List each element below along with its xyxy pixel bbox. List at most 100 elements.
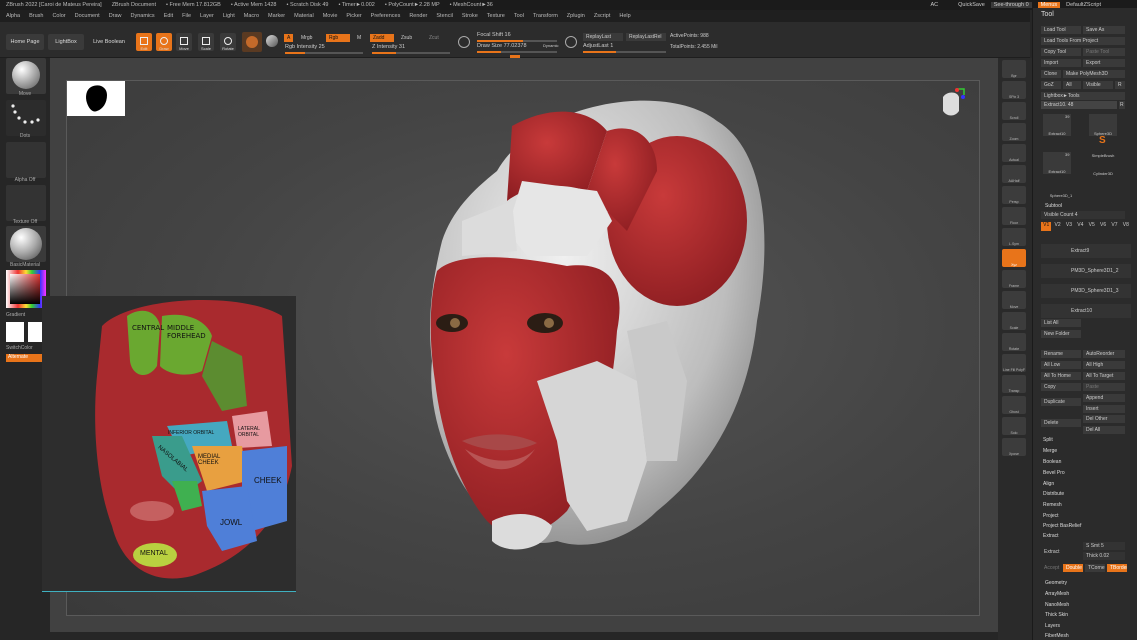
subtool-version-v2[interactable]: V2 xyxy=(1052,222,1062,231)
subtool-version-v7[interactable]: V7 xyxy=(1109,222,1119,231)
scale-button[interactable]: Scale xyxy=(198,33,214,51)
subtool-version-v6[interactable]: V6 xyxy=(1098,222,1108,231)
menu-transform[interactable]: Transform xyxy=(533,13,558,19)
replay-last-button[interactable]: ReplayLast xyxy=(583,33,623,41)
remesh-section[interactable]: Remesh xyxy=(1043,502,1062,508)
quicksave-button[interactable]: QuickSave xyxy=(958,2,985,8)
menu-stroke[interactable]: Stroke xyxy=(462,13,478,19)
shelf-move-button[interactable]: Move xyxy=(1002,291,1026,309)
shelf-actual-button[interactable]: Actual xyxy=(1002,144,1026,162)
draw-button[interactable]: Draw xyxy=(156,33,172,51)
new-folder-button[interactable]: New Folder xyxy=(1041,330,1081,338)
shelf-rotate-button[interactable]: Rotate xyxy=(1002,333,1026,351)
ac-button[interactable]: AC xyxy=(931,2,939,8)
shelf-line-fill-polyf-button[interactable]: Line Fill PolyF xyxy=(1002,354,1026,372)
shelf-persp-button[interactable]: Persp xyxy=(1002,186,1026,204)
subtool-row[interactable]: Extract10 xyxy=(1041,304,1131,318)
subtool-version-v8[interactable]: V8 xyxy=(1121,222,1131,231)
del-all-button[interactable]: Del All xyxy=(1083,426,1125,434)
replay-last-rel-button[interactable]: ReplayLastRel xyxy=(626,33,666,41)
zsub-toggle[interactable]: Zsub xyxy=(398,34,415,42)
current-tool-slider[interactable]: Extract10. 48 xyxy=(1041,101,1117,109)
shelf-xyz-button[interactable]: Xyz xyxy=(1002,249,1026,267)
tcorne-button[interactable]: TCorne xyxy=(1085,564,1105,572)
menu-zscript[interactable]: Zscript xyxy=(594,13,611,19)
lightbox-button[interactable]: LightBox xyxy=(48,34,84,50)
material-sphere-icon[interactable] xyxy=(266,35,278,47)
shelf-transp-button[interactable]: Transp xyxy=(1002,375,1026,393)
menu-texture[interactable]: Texture xyxy=(487,13,505,19)
shelf-scale-button[interactable]: Scale xyxy=(1002,312,1026,330)
thick-slider[interactable]: Thick 0.02 xyxy=(1083,552,1125,560)
menu-help[interactable]: Help xyxy=(619,13,630,19)
subtool-row[interactable]: PM3D_Sphere3D1_3 xyxy=(1041,284,1131,298)
all-to-target-button[interactable]: All To Target xyxy=(1083,372,1125,380)
current-tool-r-button[interactable]: R xyxy=(1119,101,1125,109)
del-other-button[interactable]: Del Other xyxy=(1083,415,1125,423)
accept-button[interactable]: Accept xyxy=(1041,564,1061,572)
brush-icon[interactable] xyxy=(242,32,262,52)
material-selector[interactable] xyxy=(6,226,46,262)
home-page-button[interactable]: Home Page xyxy=(6,34,44,50)
copy-button[interactable]: Copy xyxy=(1041,383,1081,391)
navigation-gizmo[interactable] xyxy=(937,87,965,127)
goz-r-button[interactable]: R xyxy=(1115,81,1125,89)
alternate-button[interactable]: Alternate xyxy=(6,354,42,362)
all-high-button[interactable]: All High xyxy=(1083,361,1125,369)
subtool-version-v5[interactable]: V5 xyxy=(1087,222,1097,231)
viewport[interactable]: CENTRAL MIDDLE FOREHEAD INFERIOR ORBITAL… xyxy=(42,58,998,636)
shelf-xpose-button[interactable]: Xpose xyxy=(1002,438,1026,456)
paste-button[interactable]: Paste xyxy=(1083,383,1125,391)
import-button[interactable]: Import xyxy=(1041,59,1081,67)
make-polymesh-button[interactable]: Make PolyMesh3D xyxy=(1063,70,1125,78)
tool-thumb-sphere3d-1[interactable]: Sphere3D_1 xyxy=(1043,176,1079,198)
bevel-pro-section[interactable]: Bevel Pro xyxy=(1043,470,1065,476)
alpha-selector[interactable] xyxy=(6,142,46,178)
subtool-version-v4[interactable]: V4 xyxy=(1075,222,1085,231)
menu-document[interactable]: Document xyxy=(75,13,100,19)
texture-selector[interactable] xyxy=(6,185,46,221)
switch-color-button[interactable]: SwitchColor xyxy=(6,345,33,351)
align-section[interactable]: Align xyxy=(1043,481,1054,487)
append-button[interactable]: Append xyxy=(1083,394,1125,402)
project-basrelief-section[interactable]: Project BasRelief xyxy=(1043,523,1081,529)
tborder-button[interactable]: TBorder xyxy=(1107,564,1127,572)
menu-preferences[interactable]: Preferences xyxy=(371,13,401,19)
rgb-toggle[interactable]: Rgb xyxy=(326,34,350,42)
s-smt-slider[interactable]: S Smt 5 xyxy=(1083,542,1125,550)
brush-selector[interactable] xyxy=(6,58,46,94)
adjust-last-slider[interactable]: AdjustLast 1 xyxy=(583,43,666,53)
all-low-button[interactable]: All Low xyxy=(1041,361,1081,369)
split-section[interactable]: Split xyxy=(1043,437,1053,443)
menu-render[interactable]: Render xyxy=(409,13,427,19)
a-toggle[interactable]: A xyxy=(284,34,294,42)
shelf-solo-button[interactable]: Solo xyxy=(1002,417,1026,435)
save-as-button[interactable]: Save As xyxy=(1083,26,1125,34)
zadd-toggle[interactable]: Zadd xyxy=(370,34,394,42)
nanomesh-section[interactable]: NanoMesh xyxy=(1045,602,1069,608)
auto-reorder-button[interactable]: AutoReorder xyxy=(1083,350,1125,358)
list-all-button[interactable]: List All xyxy=(1041,319,1081,327)
mrgb-toggle[interactable]: Mrgb xyxy=(298,34,315,42)
menu-layer[interactable]: Layer xyxy=(200,13,214,19)
goz-button[interactable]: GoZ xyxy=(1041,81,1061,89)
paste-tool-button[interactable]: Paste Tool xyxy=(1083,48,1125,56)
menu-stencil[interactable]: Stencil xyxy=(436,13,453,19)
geometry-section[interactable]: Geometry xyxy=(1045,580,1067,586)
rotate-button[interactable]: Rotate xyxy=(220,33,236,51)
tool-thumb-sphere3d[interactable]: Sphere3D xyxy=(1089,114,1117,136)
project-section[interactable]: Project xyxy=(1043,513,1059,519)
load-tools-from-project-button[interactable]: Load Tools From Project xyxy=(1041,37,1125,45)
rename-button[interactable]: Rename xyxy=(1041,350,1081,358)
menu-marker[interactable]: Marker xyxy=(268,13,285,19)
tool-thumb-cylinder3d[interactable]: Cylinder3D xyxy=(1089,154,1117,176)
goz-visible-button[interactable]: Visible xyxy=(1083,81,1113,89)
menu-material[interactable]: Material xyxy=(294,13,314,19)
extract-section[interactable]: Extract xyxy=(1043,533,1059,539)
shelf-floor-button[interactable]: Floor xyxy=(1002,207,1026,225)
shelf-frame-button[interactable]: Frame xyxy=(1002,270,1026,288)
goz-all-button[interactable]: All xyxy=(1063,81,1081,89)
reference-thumbnail[interactable] xyxy=(67,81,125,116)
menu-color[interactable]: Color xyxy=(52,13,65,19)
shelf-zoom-button[interactable]: Zoom xyxy=(1002,123,1026,141)
